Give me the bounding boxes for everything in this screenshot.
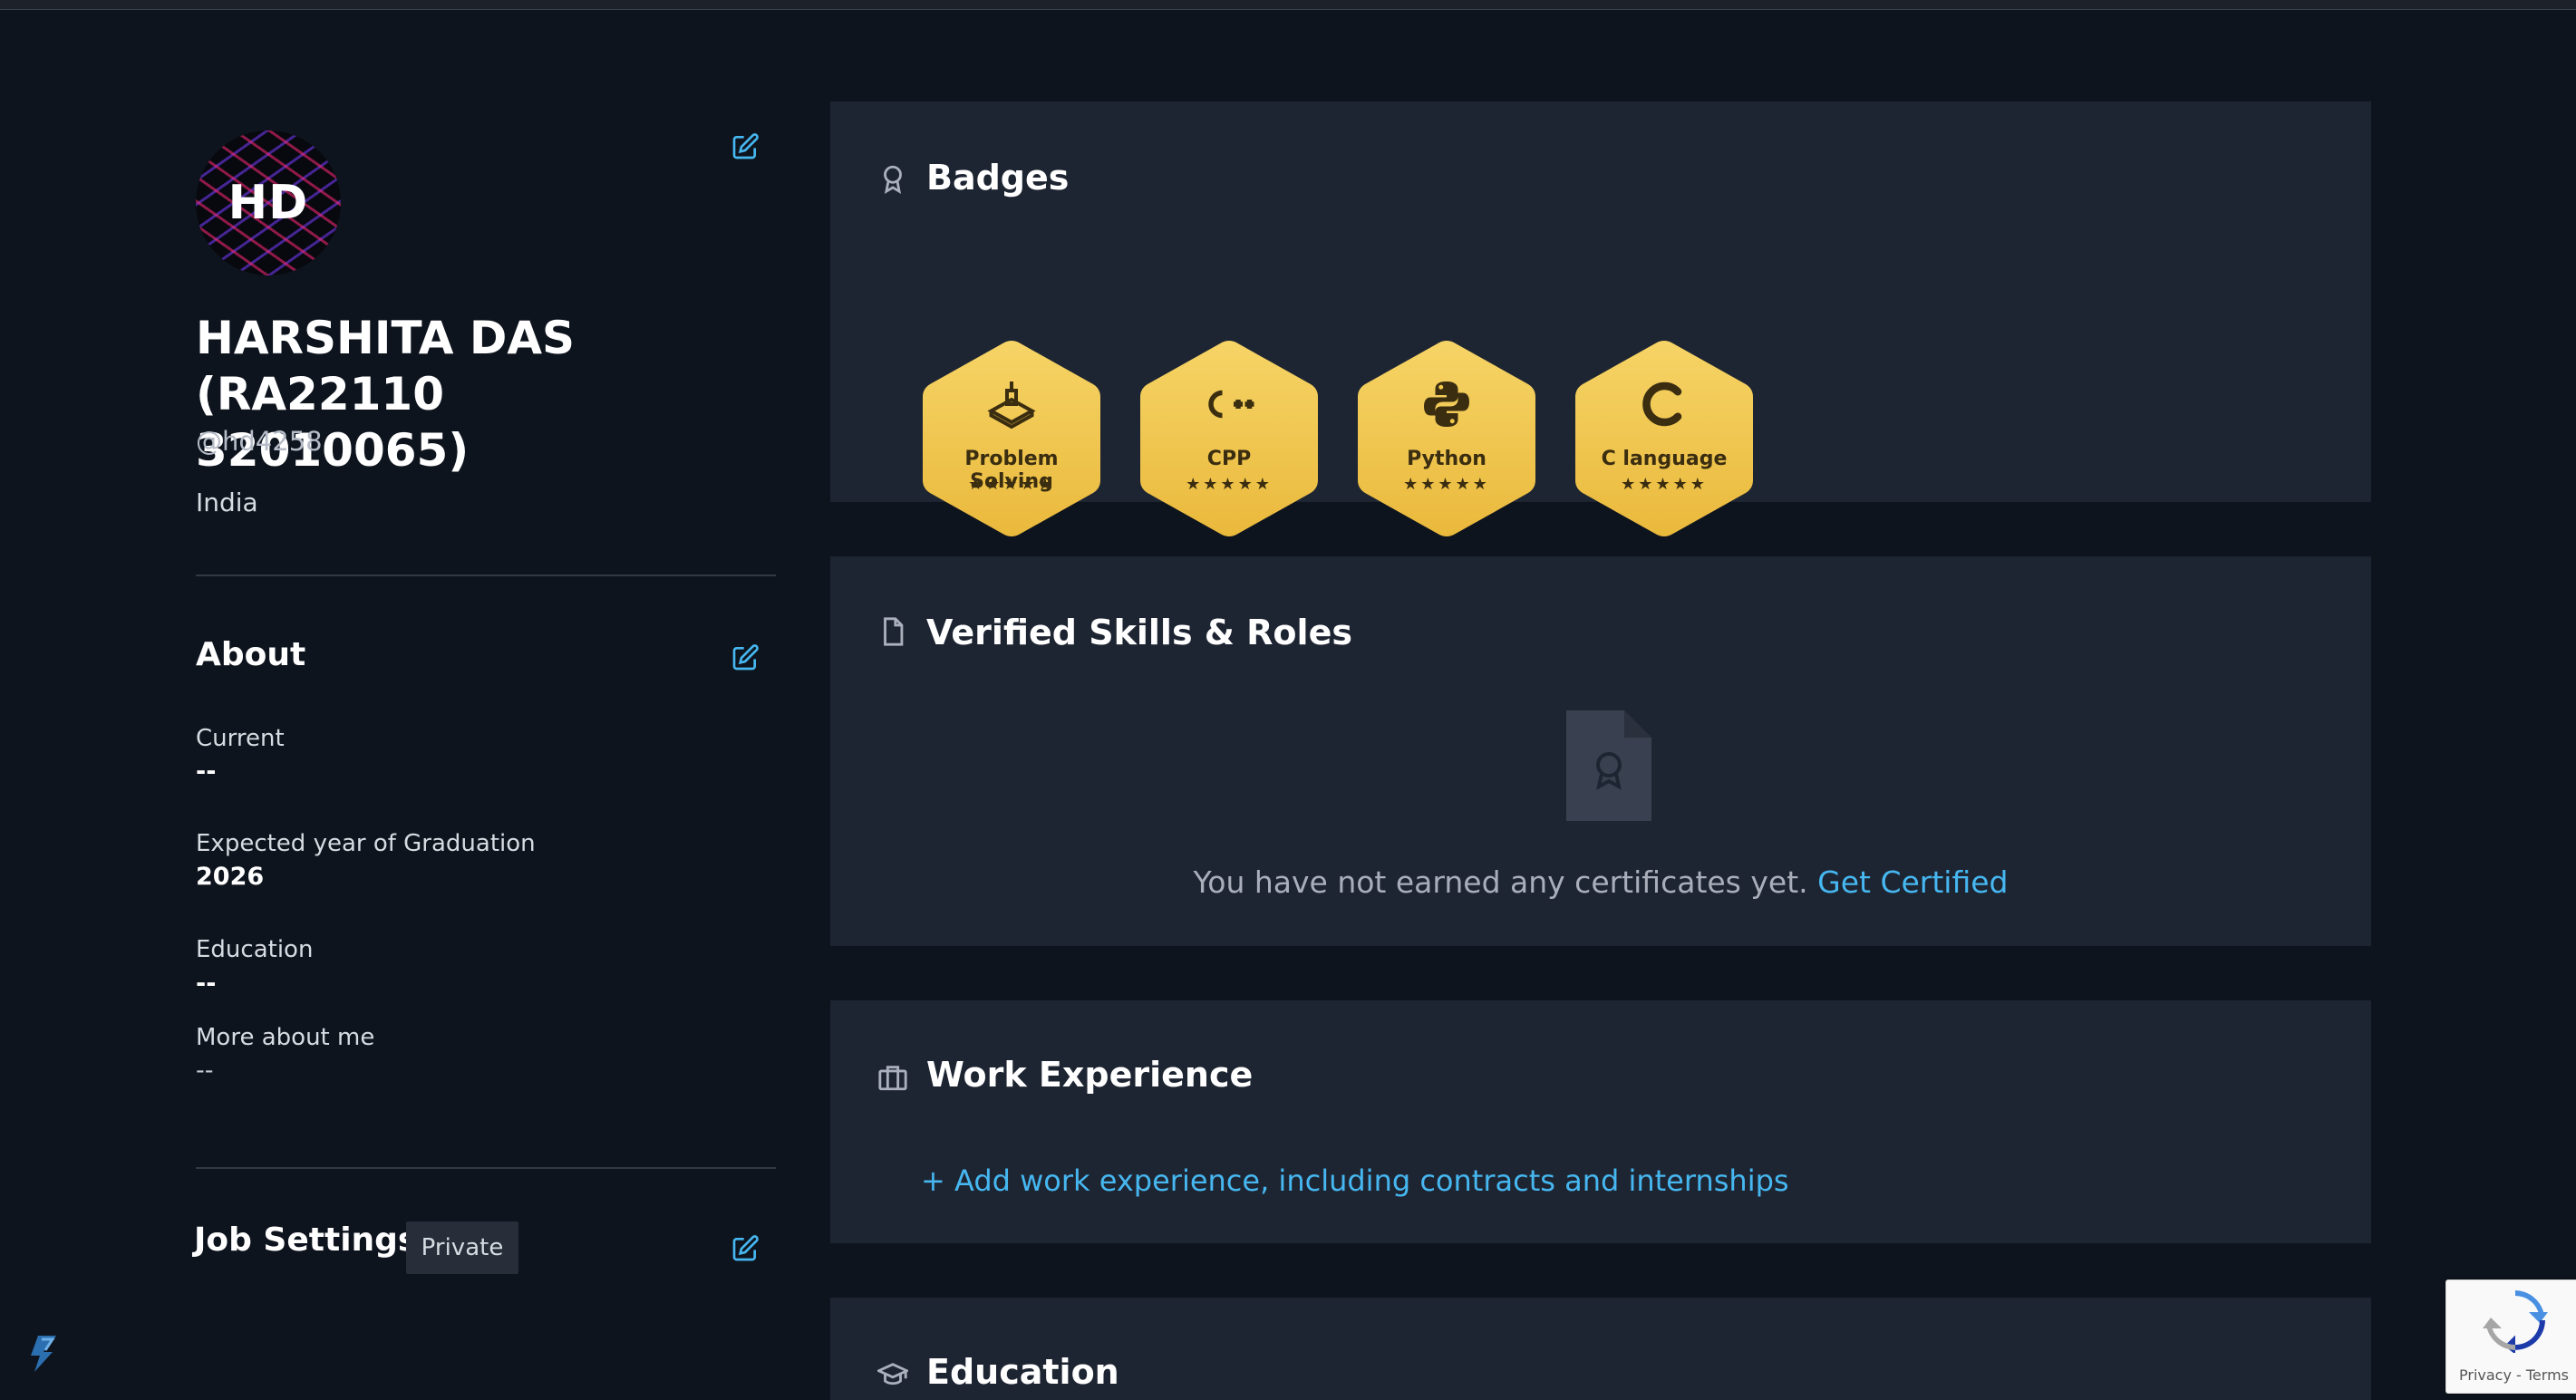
badge-ribbon-icon [884, 165, 902, 194]
about-graduation-label: Expected year of Graduation [196, 830, 536, 857]
no-certificates-text: You have not earned any certificates yet… [1193, 864, 1808, 900]
about-education-label: Education [196, 936, 314, 963]
badge-python[interactable]: Python ★★★★★ [1356, 339, 1537, 538]
badge-stars: ★★★★★ [1403, 475, 1490, 494]
verified-skills-card: Verified Skills & Roles You have not ear… [830, 556, 2371, 946]
work-experience-title: Work Experience [926, 1055, 1254, 1095]
profile-handle: @hd4258 [196, 426, 323, 457]
divider [196, 574, 776, 576]
problem-solving-icon [987, 381, 1036, 430]
badges-title: Badges [926, 158, 1070, 198]
education-card: Education [830, 1298, 2371, 1400]
graduation-cap-icon [877, 1363, 908, 1386]
profile-name-line-1: HARSHITA DAS (RA22110 [196, 312, 576, 420]
badge-c-language[interactable]: C language ★★★★★ [1574, 339, 1755, 538]
get-certified-link[interactable]: Get Certified [1817, 864, 2008, 900]
python-icon [1424, 381, 1469, 427]
badge-stars: ★★★★★ [968, 475, 1055, 494]
badge-name: CPP [1206, 448, 1252, 470]
job-visibility-badge: Private [406, 1221, 518, 1274]
browser-top-bar [0, 0, 2576, 10]
avatar[interactable]: HD [196, 130, 341, 275]
recaptcha-badge[interactable]: Privacy - Terms [2445, 1279, 2576, 1394]
about-current-value: -- [196, 758, 217, 786]
education-title: Education [926, 1352, 1119, 1392]
job-settings-title: Job Settings [194, 1221, 418, 1259]
certificate-placeholder-icon [1566, 710, 1651, 821]
avatar-initials: HD [228, 176, 309, 230]
edit-job-settings-icon[interactable] [731, 1234, 760, 1263]
edit-profile-icon[interactable] [731, 132, 760, 161]
badge-stars: ★★★★★ [1621, 475, 1708, 494]
add-work-experience-link[interactable]: + Add work experience, including contrac… [921, 1163, 1789, 1198]
profile-country: India [196, 488, 258, 517]
about-current-label: Current [196, 725, 285, 752]
badge-name: C language [1601, 448, 1728, 470]
recaptcha-text[interactable]: Privacy - Terms [2459, 1366, 2569, 1384]
recaptcha-icon [2483, 1290, 2548, 1353]
cpp-icon [1208, 390, 1254, 419]
document-icon [884, 617, 904, 646]
badges-card: Badges Problem Solving ★★★★★ CPP ★★★★★ P… [830, 101, 2371, 536]
badge-name: Python [1407, 448, 1487, 470]
no-certificates-message: You have not earned any certificates yet… [830, 864, 2371, 900]
about-education-value: -- [196, 970, 217, 998]
verified-skills-title: Verified Skills & Roles [926, 613, 1352, 652]
about-more-value: -- [196, 1057, 214, 1085]
about-more-label: More about me [196, 1024, 375, 1051]
work-experience-card: Work Experience + Add work experience, i… [830, 1000, 2371, 1243]
briefcase-icon [878, 1066, 907, 1091]
about-graduation-value: 2026 [196, 863, 265, 891]
c-language-icon [1642, 381, 1682, 427]
divider [196, 1167, 776, 1169]
badge-stars: ★★★★★ [1186, 475, 1273, 494]
badge-problem-solving[interactable]: Problem Solving ★★★★★ [921, 339, 1102, 538]
about-title: About [196, 636, 306, 673]
edit-about-icon[interactable] [731, 643, 760, 672]
extension-bolt-icon[interactable] [25, 1330, 65, 1376]
badge-cpp[interactable]: CPP ★★★★★ [1138, 339, 1320, 538]
